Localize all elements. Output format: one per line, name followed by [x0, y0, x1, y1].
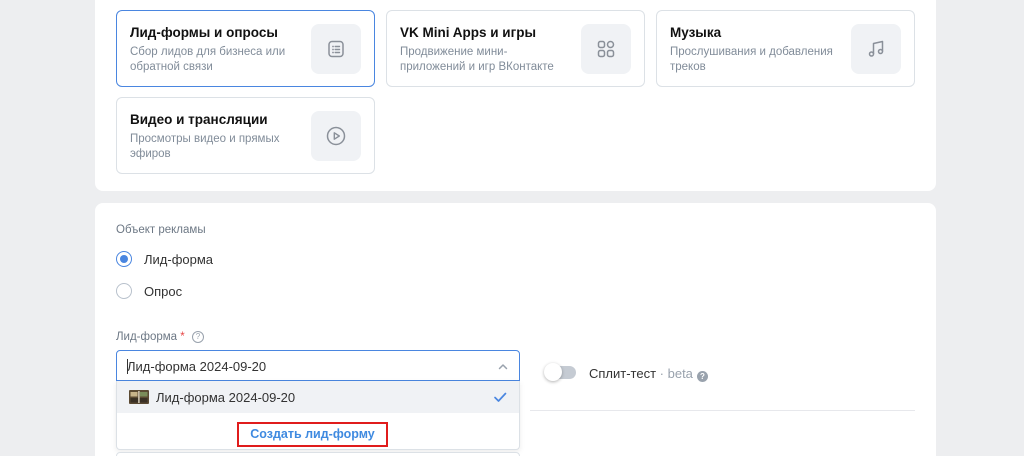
card-title: VK Mini Apps и игры: [400, 25, 536, 40]
split-test-toggle[interactable]: [544, 363, 576, 381]
card-music[interactable]: Музыка Прослушивания и добавления треков: [656, 10, 915, 87]
radio-button[interactable]: [116, 283, 132, 299]
lead-form-thumbnail-icon: [129, 389, 149, 410]
help-icon[interactable]: ?: [696, 371, 708, 382]
next-field: [116, 452, 520, 456]
split-test-text: Сплит-тест: [589, 366, 657, 381]
select-value: Лид-форма 2024-09-20: [127, 359, 267, 374]
card-description: Прослушивания и добавления треков: [670, 46, 833, 73]
ad-object-label: Объект рекламы: [116, 224, 206, 236]
radio-label: Опрос: [144, 283, 183, 299]
lead-form-label: Лид-форма * ?: [116, 331, 204, 343]
required-mark: *: [180, 331, 185, 343]
radio-button[interactable]: [116, 251, 132, 267]
card-video[interactable]: Видео и трансляции Просмотры видео и пря…: [116, 97, 375, 174]
beta-badge: · beta: [656, 366, 693, 381]
card-title: Музыка: [670, 25, 722, 40]
radio-label: Лид-форма: [144, 251, 214, 267]
divider: [530, 410, 915, 411]
lead-form-select[interactable]: Лид-форма 2024-09-20: [116, 350, 520, 381]
card-title: Видео и трансляции: [130, 112, 268, 127]
card-description: Просмотры видео и прямых эфиров: [130, 133, 280, 160]
dropdown-option[interactable]: Лид-форма 2024-09-20: [117, 381, 519, 413]
play-icon: [311, 111, 361, 161]
split-test-label: Сплит-тест · beta?: [589, 366, 708, 382]
card-mini-apps[interactable]: VK Mini Apps и игры Продвижение мини-при…: [386, 10, 645, 87]
check-icon: [493, 390, 507, 408]
lead-form-label-text: Лид-форма: [116, 331, 178, 343]
chevron-up-icon[interactable]: [497, 360, 509, 378]
option-label: Лид-форма 2024-09-20: [156, 390, 296, 405]
music-note-icon: [851, 24, 901, 74]
card-lead-forms[interactable]: Лид-формы и опросы Сбор лидов для бизнес…: [116, 10, 375, 87]
form-icon: [311, 24, 361, 74]
radio-poll[interactable]: Опрос: [116, 283, 182, 299]
card-description: Сбор лидов для бизнеса или обратной связ…: [130, 46, 286, 73]
toggle-knob: [544, 363, 562, 381]
apps-grid-icon: [581, 24, 631, 74]
create-lead-form-button[interactable]: Создать лид-форму: [237, 422, 388, 447]
card-title: Лид-формы и опросы: [130, 25, 278, 40]
radio-lead-form[interactable]: Лид-форма: [116, 251, 213, 267]
help-icon[interactable]: ?: [191, 331, 204, 343]
card-description: Продвижение мини-приложений и игр ВКонта…: [400, 46, 554, 73]
